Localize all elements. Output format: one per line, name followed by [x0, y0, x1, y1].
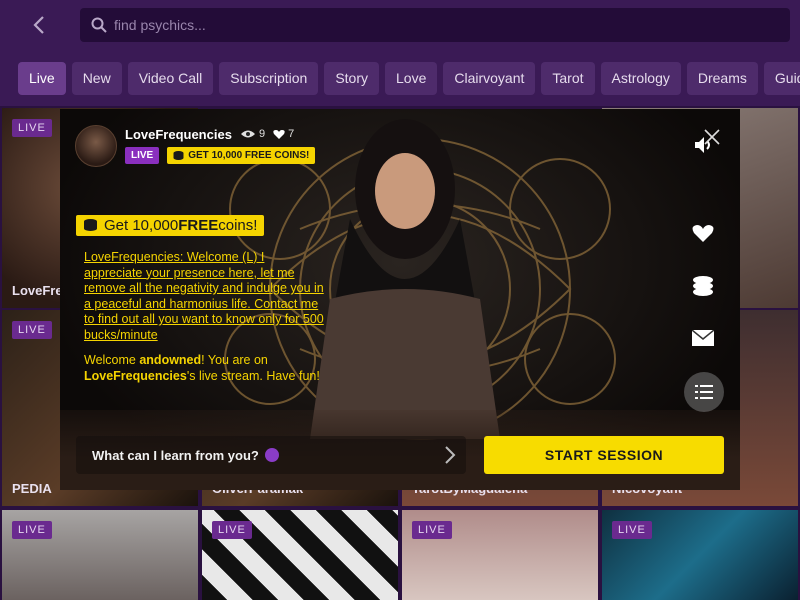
tab-live[interactable]: Live: [18, 61, 66, 95]
start-session-button[interactable]: START SESSION: [484, 436, 724, 474]
chat-message: LoveFrequencies: Welcome (L) I appreciat…: [84, 250, 324, 342]
tab-new[interactable]: New: [71, 61, 122, 95]
tab-clairvoyant[interactable]: Clairvoyant: [443, 61, 536, 95]
tab-subscription[interactable]: Subscription: [219, 61, 319, 95]
welcome-message: Welcome andowned! You are on LoveFrequen…: [84, 353, 320, 383]
psychic-card[interactable]: LIVE: [402, 510, 598, 600]
chevron-left-icon: [33, 16, 44, 34]
search-input[interactable]: [114, 17, 754, 33]
live-badge: LIVE: [12, 521, 52, 539]
tab-dreams[interactable]: Dreams: [686, 61, 758, 95]
question-placeholder: What can I learn from you?: [92, 447, 259, 463]
tab-love[interactable]: Love: [385, 61, 438, 95]
live-badge: LIVE: [612, 521, 652, 539]
chat-feed: LoveFrequencies: Welcome (L) I appreciat…: [84, 250, 324, 394]
live-badge: LIVE: [12, 321, 52, 339]
psychic-name: LoveFre: [12, 283, 63, 298]
psychic-card[interactable]: LIVE: [602, 510, 798, 600]
like-count: 7: [273, 128, 294, 140]
top-bar: [0, 0, 800, 50]
avatar[interactable]: [75, 125, 117, 167]
live-badge: LIVE: [412, 521, 452, 539]
tab-guides[interactable]: Guides: [763, 61, 800, 95]
host-header: LoveFrequencies 9 7 LIVE GET 10,000 FREE…: [75, 125, 316, 167]
mail-icon[interactable]: [692, 330, 714, 346]
free-coins-badge[interactable]: GET 10,000 FREE COINS!: [167, 147, 316, 164]
viewer-count: 9: [240, 128, 265, 140]
category-tabs: Live New Video Call Subscription Story L…: [0, 50, 800, 106]
psychic-name: PEDIA: [12, 481, 52, 496]
heart-icon[interactable]: [692, 223, 714, 243]
search-bar[interactable]: [80, 8, 790, 42]
host-name[interactable]: LoveFrequencies: [125, 127, 232, 142]
menu-list-button[interactable]: [684, 372, 724, 412]
free-coins-promo[interactable]: Get 10,000 FREE coins!: [76, 215, 265, 236]
live-badge: LIVE: [212, 521, 252, 539]
live-stream-preview: LoveFrequencies 9 7 LIVE GET 10,000 FREE…: [60, 109, 740, 490]
coins-icon: [84, 219, 97, 231]
host-video: [310, 119, 500, 439]
psychic-card[interactable]: LIVE: [2, 510, 198, 600]
chevron-right-icon[interactable]: [444, 445, 456, 465]
tab-video-call[interactable]: Video Call: [127, 61, 214, 95]
psychic-card[interactable]: LIVE: [202, 510, 398, 600]
search-icon: [91, 17, 107, 33]
heart-icon: [273, 129, 285, 139]
list-icon: [695, 385, 713, 399]
eye-icon: [240, 130, 255, 138]
tab-astrology[interactable]: Astrology: [600, 61, 681, 95]
crystal-ball-icon: [264, 448, 279, 462]
back-button[interactable]: [26, 12, 52, 38]
tab-story[interactable]: Story: [324, 61, 379, 95]
live-badge: LIVE: [125, 147, 160, 164]
coins-icon[interactable]: [692, 275, 714, 297]
question-input[interactable]: What can I learn from you?: [76, 436, 466, 474]
tab-tarot[interactable]: Tarot: [541, 61, 595, 95]
coins-icon: [173, 151, 184, 160]
live-badge: LIVE: [12, 119, 52, 137]
close-icon[interactable]: [704, 129, 720, 145]
